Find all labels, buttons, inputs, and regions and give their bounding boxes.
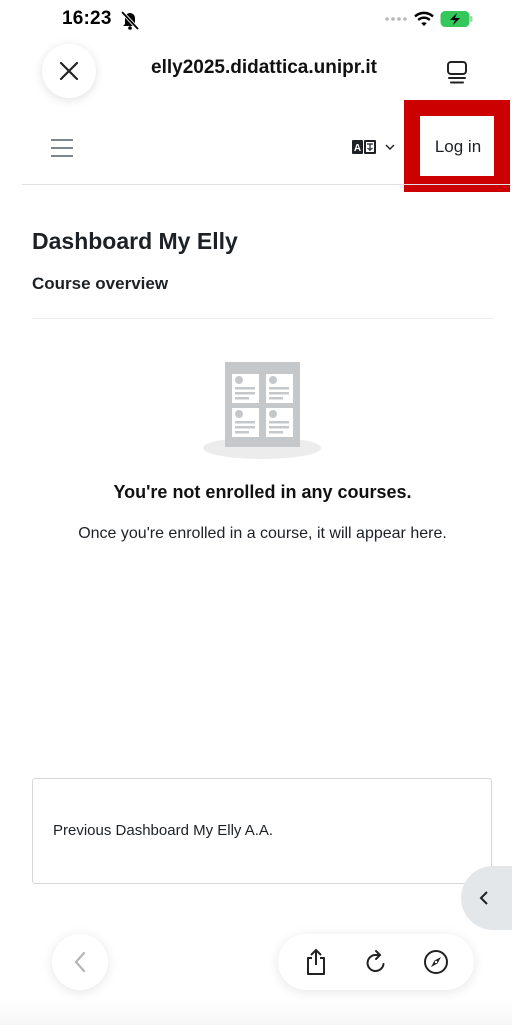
signal-dots-icon — [385, 17, 407, 21]
section-divider — [32, 318, 493, 319]
url-field[interactable]: elly2025.didattica.unipr.it — [130, 57, 398, 79]
close-button[interactable] — [42, 44, 96, 98]
header-divider — [22, 184, 510, 185]
empty-state-text: Once you're enrolled in a course, it wil… — [78, 525, 447, 542]
browser-toolbar — [278, 934, 474, 990]
login-button[interactable]: Log in — [423, 128, 493, 166]
safari-button[interactable] — [416, 942, 456, 982]
close-icon — [59, 61, 79, 81]
share-icon — [307, 948, 325, 975]
hamburger-icon[interactable] — [50, 138, 74, 158]
share-button[interactable] — [296, 942, 336, 982]
back-icon — [74, 951, 86, 973]
status-time: 16:23 — [62, 8, 112, 29]
page-title: Dashboard My Elly — [32, 228, 238, 254]
reload-button[interactable] — [356, 942, 396, 982]
drawer-toggle-button[interactable] — [461, 866, 512, 930]
empty-state-title: You're not enrolled in any courses. — [113, 482, 412, 502]
battery-charging-icon — [440, 11, 473, 27]
wifi-icon — [414, 11, 434, 26]
chevron-left-icon — [479, 891, 488, 905]
status-right — [384, 10, 474, 28]
compass-icon — [424, 950, 448, 974]
language-icon[interactable]: A — [352, 140, 376, 154]
section-title: Course overview — [32, 274, 169, 293]
reload-icon — [366, 950, 385, 972]
bell-slash-icon — [120, 10, 140, 30]
svg-text:A: A — [354, 143, 361, 154]
bottom-safe-area — [0, 1000, 512, 1025]
chevron-down-icon[interactable] — [384, 142, 396, 152]
courses-illustration-icon — [203, 362, 321, 459]
previous-dashboard-link[interactable]: Previous Dashboard My Elly A.A. — [53, 822, 273, 839]
tabs-icon[interactable] — [444, 60, 470, 86]
back-button[interactable] — [52, 934, 108, 990]
